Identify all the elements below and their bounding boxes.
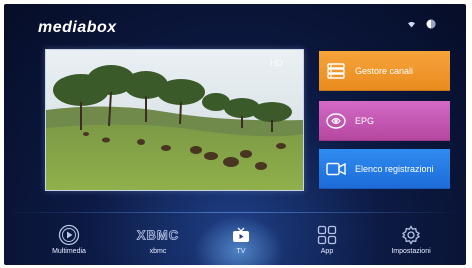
nav-label: TV [236, 248, 246, 255]
nav-label: App [320, 248, 334, 255]
tile-label: Elenco registrazioni [355, 164, 434, 174]
nav-label: xbmc [149, 248, 167, 255]
channel-list-icon [325, 60, 347, 82]
play-circle-icon [29, 224, 109, 246]
svg-text:XBMC: XBMC [137, 228, 179, 242]
tv-preview[interactable]: HD [45, 49, 304, 191]
nav-tv[interactable]: TV [201, 224, 281, 255]
tv-icon [201, 224, 281, 246]
nav-label: Impostazioni [391, 248, 431, 255]
nav-multimedia[interactable]: Multimedia [29, 224, 109, 255]
nav-app[interactable]: App [287, 224, 367, 255]
home-screen: mediabox HD Gestore canali EPG Elenco re… [4, 4, 466, 265]
nav-label: Multimedia [52, 248, 86, 255]
tile-elenco-registrazioni[interactable]: Elenco registrazioni [319, 149, 450, 189]
apps-grid-icon [287, 224, 367, 246]
epg-icon [325, 110, 347, 132]
settings-dot-icon[interactable] [426, 19, 436, 29]
video-camera-icon [325, 158, 347, 180]
brand-logo: mediabox [38, 19, 117, 36]
nav-impostazioni[interactable]: Impostazioni [371, 224, 451, 255]
tile-label: Gestore canali [355, 66, 414, 76]
tile-label: EPG [355, 116, 375, 126]
nav-xbmc[interactable]: XBMC xbmc [118, 224, 198, 255]
tile-gestore-canali[interactable]: Gestore canali [319, 51, 450, 91]
preview-watermark: HD [270, 58, 283, 68]
status-icons [407, 19, 436, 29]
wifi-icon [407, 20, 416, 28]
gear-icon [371, 224, 451, 246]
tile-epg[interactable]: EPG [319, 101, 450, 141]
xbmc-logo: XBMC [118, 224, 198, 246]
bottom-nav: Multimedia XBMC xbmc TV App Impostazioni [4, 216, 466, 265]
shelf-divider [4, 212, 466, 213]
